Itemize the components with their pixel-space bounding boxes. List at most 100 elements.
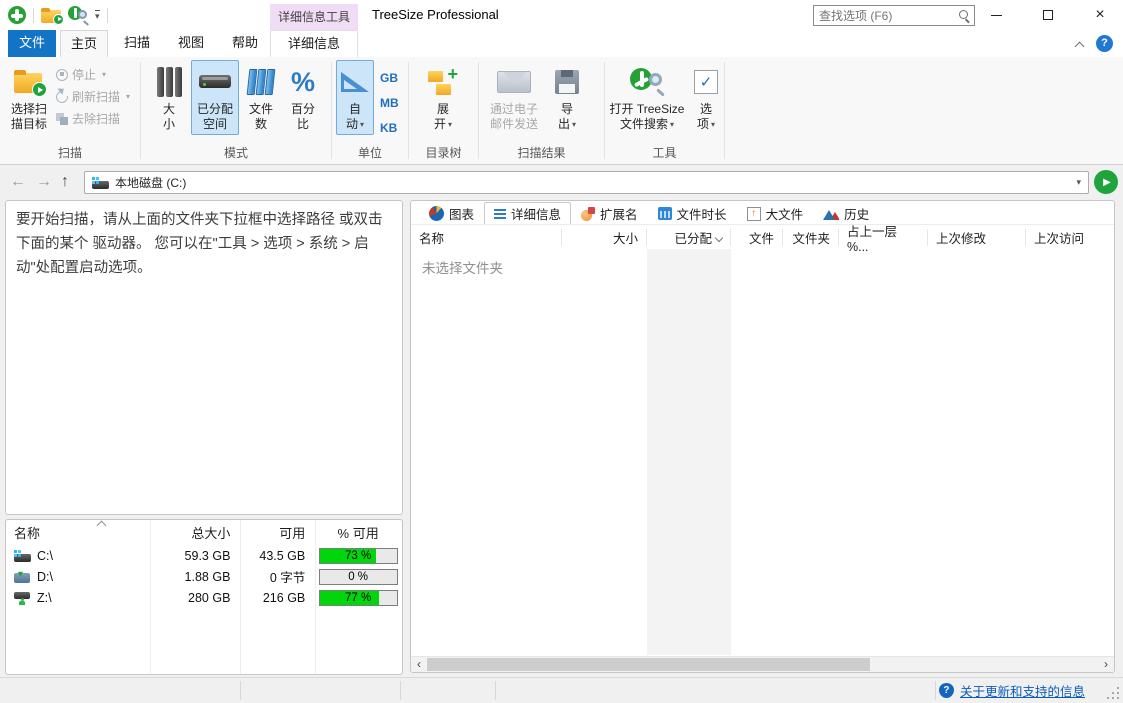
refresh-scan-button[interactable]: 刷新扫描 ▾ [56,87,130,106]
export-button[interactable]: 导 出▾ [549,60,585,135]
free-space-bar: 77 % [319,590,398,606]
resize-grip[interactable] [1117,687,1119,689]
tab-chart[interactable]: 图表 [419,202,484,224]
col-header-last-accessed[interactable]: 上次访问 [1026,228,1114,247]
find-options-input[interactable] [814,9,959,23]
app-logo-icon[interactable] [8,6,26,24]
shield-question-icon: ? [939,683,954,698]
tab-extensions[interactable]: 扩展名 [571,202,648,224]
percent-icon: % [291,67,315,97]
mode-allocated-button[interactable]: 已分配 空间 [191,60,239,135]
status-divider [495,681,496,700]
drive-free: 43.5 GB [239,549,314,563]
pie-chart-icon [429,206,444,221]
checkbox-icon: ✓ [694,70,718,94]
options-button[interactable]: ✓ 选 项▾ [689,60,723,135]
help-button[interactable]: ? [1096,35,1113,52]
update-info-link[interactable]: 关于更新和支持的信息 [960,681,1085,700]
chevron-down-icon[interactable]: ▾ [1076,177,1081,188]
tab-home[interactable]: 主页 [60,30,108,58]
unit-kb-button[interactable]: KB [380,116,399,141]
unit-auto-label: 自 动▾ [346,102,364,132]
unit-list: GB MB KB [380,66,399,141]
tab-scan[interactable]: 扫描 [112,30,162,57]
group-label-unit: 单位 [332,144,408,161]
col-header-last-modified[interactable]: 上次修改 [928,228,1025,247]
customize-toolbar-caret-icon[interactable]: ▾ [95,10,100,21]
ribbon: 选择扫 描目标 停止 ▾ 刷新扫描 ▾ 去除扫描 扫描 大 小 已分配 空间 [0,57,1123,165]
drive-header-free[interactable]: 可用 [239,523,314,542]
history-chart-icon [823,208,839,220]
col-header-allocated[interactable]: 已分配 [647,228,730,247]
start-scan-button[interactable]: ▶ [1094,170,1118,194]
group-label-results: 扫描结果 [479,144,604,161]
drive-row-z[interactable]: Z:\ 280 GB 216 GB 77 % [6,587,402,608]
col-header-folders[interactable]: 文件夹 [783,228,838,247]
select-scan-target-button[interactable]: 选择扫 描目标 [6,60,52,135]
ribbon-group-scan: 选择扫 描目标 停止 ▾ 刷新扫描 ▾ 去除扫描 扫描 [0,57,140,164]
drive-row-d[interactable]: ▾D:\ 1.88 GB 0 字节 0 % [6,566,402,587]
up-button[interactable]: ↑ [61,170,69,194]
remove-scan-button[interactable]: 去除扫描 [56,109,120,128]
close-button[interactable]: × [1085,0,1115,30]
unit-gb-button[interactable]: GB [380,66,399,91]
free-space-percent: 77 % [320,591,397,605]
mode-size-button[interactable]: 大 小 [149,60,189,135]
free-space-bar: 73 % [319,548,398,564]
maximize-button[interactable] [1033,0,1063,30]
horizontal-scrollbar[interactable]: ‹ › [411,656,1114,672]
tab-large-files[interactable]: ↑ 大文件 [737,202,814,224]
expand-button[interactable]: + 展 开▾ [422,60,464,135]
col-header-files[interactable]: 文件 [731,228,782,247]
tab-help[interactable]: 帮助 [220,30,270,57]
caret-down-icon: ▾ [572,120,576,129]
col-header-name[interactable]: 名称 [411,228,561,247]
drive-header-total[interactable]: 总大小 [150,523,240,542]
ribbon-group-tree: + 展 开▾ 目录树 [409,57,478,164]
minimize-icon [991,15,1002,16]
collapse-ribbon-button[interactable] [1073,39,1087,51]
minimize-button[interactable] [981,0,1011,30]
unit-mb-button[interactable]: MB [380,91,399,116]
tab-details[interactable]: 详细信息 [270,30,358,57]
drive-row-c[interactable]: C:\ 59.3 GB 43.5 GB 73 % [6,545,402,566]
tab-detail-list[interactable]: 详细信息 [484,202,571,224]
mode-file-count-button[interactable]: 文件 数 [241,60,281,135]
window-controls: × [981,0,1115,30]
scroll-right-button[interactable]: › [1098,657,1114,672]
cd-drive-icon: ▾ [14,571,31,583]
forward-button[interactable]: → [36,170,52,194]
mode-percent-button[interactable]: % 百分 比 [283,60,323,135]
back-button[interactable]: ← [10,170,26,194]
file-search-icon[interactable] [68,6,88,24]
drive-header-pct[interactable]: % 可用 [314,523,402,542]
stop-button[interactable]: 停止 ▾ [56,65,106,84]
col-header-size[interactable]: 大小 [562,228,646,247]
detail-tab-strip: 图表 详细信息 扩展名 文件时长 ↑ 大文件 历史 [411,201,1114,224]
drive-name: D:\ [37,570,53,584]
send-by-email-button[interactable]: 通过电子 邮件发送 [483,60,545,135]
scrollbar-thumb[interactable] [427,658,870,671]
open-treesize-file-search-label: 打开 TreeSize 文件搜索▾ [610,102,685,132]
path-combobox[interactable]: 本地磁盘 (C:) ▾ [84,171,1089,194]
detail-table-header: 名称 大小 已分配 文件 文件夹 占上一层 %... 上次修改 上次访问 [411,224,1114,249]
status-divider [935,681,936,700]
allocated-column-band [647,249,731,655]
expand-folders-icon: + [428,69,458,95]
caret-down-icon: ▾ [711,120,715,129]
status-divider [400,681,401,700]
mode-size-label: 大 小 [163,102,175,132]
tab-file[interactable]: 文件 [8,30,56,57]
scroll-left-button[interactable]: ‹ [411,657,427,672]
select-scan-target-icon[interactable] [41,8,61,23]
ribbon-group-tools: 打开 TreeSize 文件搜索▾ ✓ 选 项▾ 工具 [605,57,724,164]
drive-header-name[interactable]: 名称 [6,523,150,542]
floppy-disk-icon [555,70,579,94]
tab-file-age[interactable]: 文件时长 [648,202,737,224]
tab-view[interactable]: 视图 [166,30,216,57]
unit-auto-button[interactable]: 自 动▾ [336,60,374,135]
open-treesize-file-search-button[interactable]: 打开 TreeSize 文件搜索▾ [605,60,689,135]
col-header-percent-of-parent[interactable]: 占上一层 %... [839,221,927,254]
drive-name: Z:\ [37,591,52,605]
welcome-message-panel: 要开始扫描，请从上面的文件夹下拉框中选择路径 或双击下面的某个 驱动器。 您可以… [5,200,403,515]
